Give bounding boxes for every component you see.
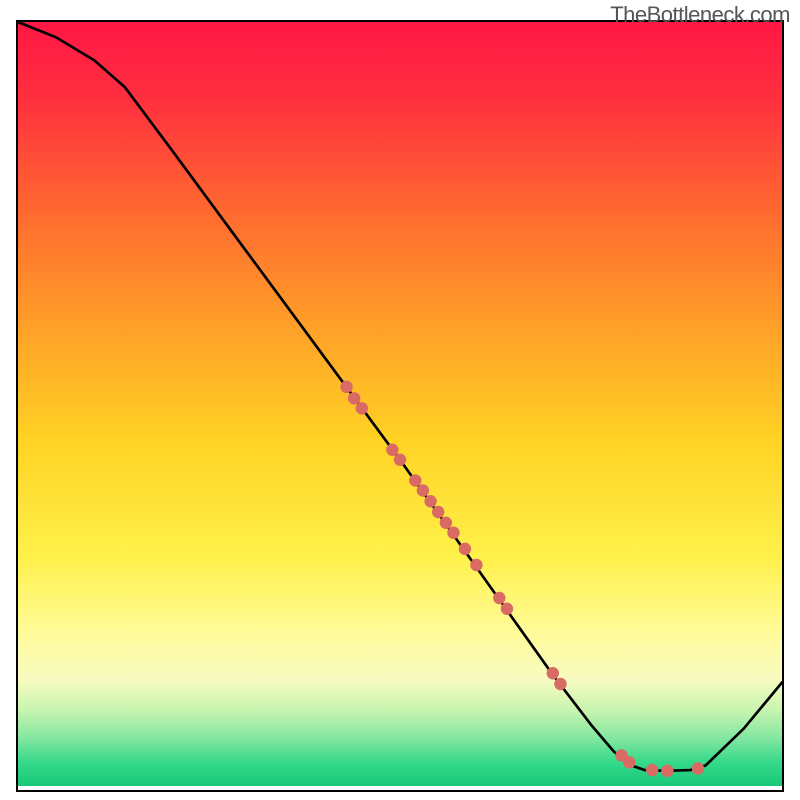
data-point: [348, 392, 360, 404]
data-point: [432, 506, 444, 518]
data-point: [692, 762, 704, 774]
watermark-text: TheBottleneck.com: [610, 2, 790, 28]
data-point: [661, 765, 673, 777]
data-point: [356, 402, 368, 414]
data-point: [340, 381, 352, 393]
data-point: [424, 495, 436, 507]
data-point: [547, 667, 559, 679]
plot-area: [16, 20, 784, 792]
data-point: [409, 474, 421, 486]
data-point: [440, 516, 452, 528]
data-point: [459, 543, 471, 555]
data-point: [493, 592, 505, 604]
data-point: [470, 559, 482, 571]
data-points-group: [340, 381, 704, 777]
data-point: [623, 756, 635, 768]
data-point: [417, 484, 429, 496]
data-point: [394, 454, 406, 466]
data-point: [501, 603, 513, 615]
bottleneck-curve: [18, 22, 782, 771]
chart-container: TheBottleneck.com: [0, 0, 800, 800]
data-point: [386, 444, 398, 456]
data-point: [646, 764, 658, 776]
data-point: [554, 678, 566, 690]
chart-svg: [18, 22, 782, 790]
data-point: [447, 526, 459, 538]
